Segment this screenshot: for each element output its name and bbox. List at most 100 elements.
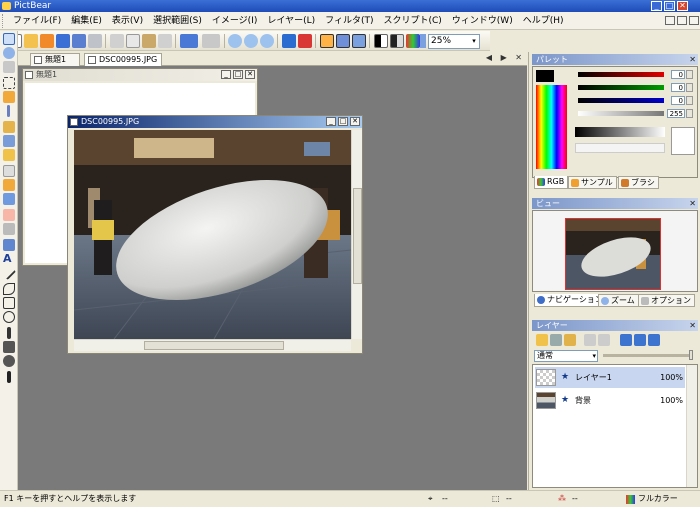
minimize-button[interactable]: _ [651,1,662,11]
brightness-bar[interactable] [575,127,665,137]
select-arrow-icon[interactable] [3,33,15,45]
tab-dsc00995[interactable]: DSC00995.JPG [84,53,162,66]
pen-tool-icon[interactable] [7,327,11,339]
invert-icon[interactable] [390,34,404,48]
move-down-icon[interactable] [598,334,610,346]
line-tool-icon[interactable] [1,265,17,281]
channels-icon[interactable] [406,34,420,48]
tab-sample[interactable]: サンプル [568,176,617,189]
menu-script[interactable]: スクリプト(C) [378,12,446,30]
green-value[interactable]: 0 [671,83,685,92]
open-image-icon[interactable] [40,34,54,48]
maximize-button[interactable]: □ [233,70,243,79]
menu-window[interactable]: ウィンドウ(W) [447,12,518,30]
rect-select-icon[interactable] [3,77,15,89]
print-icon[interactable] [88,34,102,48]
scroll-thumb[interactable] [353,188,362,284]
zoom-select[interactable]: 25% ▾ [428,34,480,49]
hand-icon[interactable] [3,165,15,177]
red-spinner[interactable] [686,70,693,79]
brush-icon[interactable] [3,135,15,147]
blend-mode-select[interactable]: 通常 ▾ [534,350,598,362]
alpha-spinner[interactable] [686,109,693,118]
alpha-value[interactable]: 255 [667,109,685,118]
minimize-button[interactable]: _ [326,117,336,126]
tab-zoom[interactable]: ズーム [598,294,639,307]
menu-file[interactable]: ファイル(F) [8,12,66,30]
curve-tool-icon[interactable] [3,283,15,295]
saturation-bar[interactable] [575,143,665,153]
save-icon[interactable] [56,34,70,48]
menu-view[interactable]: 表示(V) [107,12,148,30]
merge-visible-icon[interactable] [634,334,646,346]
menu-help[interactable]: ヘルプ(H) [518,12,569,30]
menu-layer[interactable]: レイヤー(L) [262,12,320,30]
layer-row-layer1[interactable]: ★ レイヤー1 100% [535,367,685,388]
green-spinner[interactable] [686,83,693,92]
filled-ellipse-icon[interactable] [3,355,15,367]
tab-brush[interactable]: ブラシ [618,176,659,189]
tab-options[interactable]: オプション [638,294,695,307]
lasso-icon[interactable] [3,91,15,103]
duplicate-layer-icon[interactable] [564,334,576,346]
green-slider[interactable] [578,85,664,90]
maximize-button[interactable]: □ [664,1,675,11]
cut-icon[interactable] [110,34,124,48]
pencil-icon[interactable] [3,121,15,133]
merge-down-icon[interactable] [620,334,632,346]
bucket-icon[interactable] [3,239,15,251]
tab-navigation[interactable]: ナビゲーション [534,294,607,307]
copy-icon[interactable] [126,34,140,48]
menu-select[interactable]: 選択範囲(S) [148,12,207,30]
close-icon[interactable]: ✕ [689,54,696,65]
red-value[interactable]: 0 [671,70,685,79]
fullscreen-icon[interactable] [282,34,296,48]
zoom-out-icon[interactable] [244,34,258,48]
close-button[interactable]: ✕ [677,1,688,11]
alpha-slider[interactable] [578,111,664,116]
red-slider[interactable] [578,72,664,77]
zoom-tool-icon[interactable] [3,47,15,59]
undo-icon[interactable] [180,34,198,48]
color-spectrum[interactable] [536,85,567,169]
scroll-thumb[interactable] [144,341,284,350]
photo-vertical-scrollbar[interactable] [351,130,362,339]
eraser-icon[interactable] [3,209,15,221]
opacity-slider-thumb[interactable] [689,350,693,360]
mdi-close-button[interactable] [689,16,699,25]
close-icon[interactable]: ✕ [689,320,696,331]
menu-edit[interactable]: 編集(E) [66,12,107,30]
menu-filter[interactable]: フィルタ(T) [320,12,378,30]
dropper-icon[interactable] [7,371,11,383]
save-as-icon[interactable] [72,34,86,48]
layers-scrollbar[interactable] [686,365,697,487]
maximize-button[interactable]: □ [338,117,348,126]
gradient-icon[interactable] [3,223,15,235]
layer-toggle-icon[interactable] [352,34,366,48]
flatten-icon[interactable] [648,334,660,346]
blue-value[interactable]: 0 [671,96,685,105]
tab-nav-arrows[interactable]: ◀ ▶ ✕ [486,53,525,62]
view-toggle-icon[interactable] [336,34,350,48]
untitled-titlebar[interactable]: 無題1 _ □ ✕ [23,69,257,81]
opacity-slider[interactable] [603,350,693,360]
zoom-in-icon[interactable] [228,34,242,48]
ellipse-tool-icon[interactable] [3,311,15,323]
photo-canvas[interactable] [74,130,351,339]
filter-icon[interactable] [420,34,426,48]
close-button[interactable]: ✕ [350,117,360,126]
menu-image[interactable]: イメージ(I) [207,12,263,30]
filled-rect-icon[interactable] [3,341,15,353]
blue-spinner[interactable] [686,96,693,105]
star-icon[interactable]: ★ [559,369,571,386]
paste-icon[interactable] [142,34,156,48]
smudge-icon[interactable] [3,179,15,191]
move-up-icon[interactable] [584,334,596,346]
delete-icon[interactable] [158,34,172,48]
grayscale-icon[interactable] [374,34,388,48]
foreground-color-swatch[interactable] [536,70,554,82]
wand-icon[interactable] [7,105,10,117]
record-icon[interactable] [298,34,312,48]
photo-horizontal-scrollbar[interactable] [74,339,351,351]
star-icon[interactable]: ★ [559,392,571,409]
